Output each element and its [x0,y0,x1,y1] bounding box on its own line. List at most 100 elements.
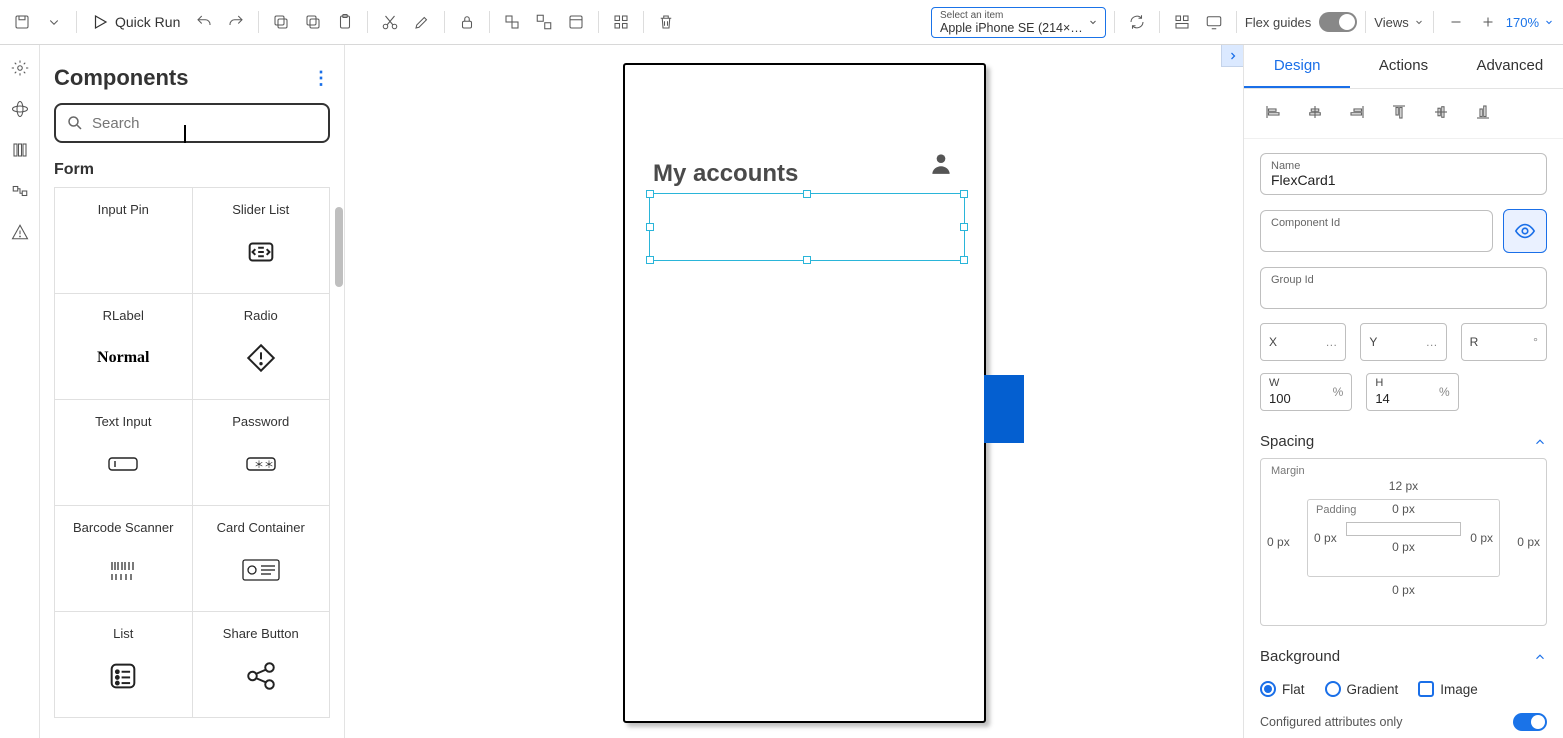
quick-run-button[interactable]: Quick Run [85,9,186,35]
group-icon[interactable] [498,8,526,36]
component-label: Radio [244,308,278,323]
align-right-icon[interactable] [1348,103,1366,124]
search-input-container[interactable] [54,103,330,143]
r-field[interactable]: R° [1461,323,1547,361]
save-button[interactable] [8,8,36,36]
box-model[interactable]: Margin 12 px 0 px 0 px Padding 0 px 0 px… [1260,458,1547,626]
save-dropdown[interactable] [40,8,68,36]
tab-actions[interactable]: Actions [1350,45,1456,88]
divider [643,11,644,33]
component-input-pin[interactable]: Input Pin [55,188,193,294]
h-field[interactable]: H 14 % [1366,373,1458,411]
device-select[interactable]: Select an item Apple iPhone SE (214×… [931,7,1106,38]
grid-icon[interactable] [607,8,635,36]
left-rail [0,45,40,738]
configured-only-label: Configured attributes only [1260,715,1402,729]
top-toolbar: Quick Run Select an item Apple iPhone SE… [0,0,1563,45]
search-input[interactable] [92,115,318,132]
align-bottom-icon[interactable] [1474,103,1492,124]
align-center-v-icon[interactable] [1432,103,1450,124]
divider [258,11,259,33]
avatar-icon [928,150,954,176]
design-canvas[interactable]: My accounts [345,45,1243,738]
warning-icon[interactable] [11,223,29,246]
component-text-input[interactable]: Text Input [55,400,193,506]
preview-icon[interactable] [1200,8,1228,36]
section-label: Background [1260,648,1340,665]
components-panel: Components ⋮ Form Input Pin Slider List … [40,45,345,738]
component-slider-list[interactable]: Slider List [193,188,331,294]
refresh-icon[interactable] [1123,8,1151,36]
zoom-out-button[interactable] [1442,8,1470,36]
copy-button[interactable] [267,8,295,36]
components-menu-icon[interactable]: ⋮ [312,68,330,89]
device-select-label: Select an item [940,10,1083,21]
name-field[interactable]: Name FlexCard1 [1260,153,1547,195]
flex-guides-switch[interactable] [1319,12,1357,32]
container-icon[interactable] [562,8,590,36]
align-top-icon[interactable] [1390,103,1408,124]
edit-icon[interactable] [408,8,436,36]
component-password[interactable]: Password ＊＊ [193,400,331,506]
properties-panel: Design Actions Advanced Name FlexCard1 C… [1243,45,1563,738]
spacing-section-head[interactable]: Spacing [1260,423,1547,458]
scrollbar-thumb[interactable] [335,207,343,287]
component-radio[interactable]: Radio [193,294,331,400]
lock-icon[interactable] [453,8,481,36]
layout-tree-icon[interactable] [1168,8,1196,36]
background-section-head[interactable]: Background [1260,638,1547,673]
component-card-container[interactable]: Card Container [193,506,331,612]
tab-advanced[interactable]: Advanced [1457,45,1563,88]
canvas-side-tab[interactable] [984,375,1024,443]
cut-button[interactable] [299,8,327,36]
right-panel-toggle[interactable] [1221,45,1243,67]
bg-image-check[interactable]: Image [1418,681,1478,697]
panel-tabs: Design Actions Advanced [1244,45,1563,89]
component-list[interactable]: List [55,612,193,718]
divider [1159,11,1160,33]
field-value [1271,229,1482,247]
component-label: Text Input [95,414,151,429]
align-center-h-icon[interactable] [1306,103,1324,124]
divider [76,11,77,33]
component-label: Input Pin [98,202,149,217]
delete-button[interactable] [652,8,680,36]
field-label: Component Id [1271,217,1482,229]
component-barcode-scanner[interactable]: Barcode Scanner [55,506,193,612]
flow-icon[interactable] [11,182,29,205]
undo-button[interactable] [190,8,218,36]
group-id-field[interactable]: Group Id [1260,267,1547,309]
zoom-in-button[interactable] [1474,8,1502,36]
align-left-icon[interactable] [1264,103,1282,124]
zoom-level[interactable]: 170% [1506,15,1555,30]
selected-component[interactable] [649,193,965,261]
paste-button[interactable] [331,8,359,36]
tab-design[interactable]: Design [1244,45,1350,88]
component-rlabel[interactable]: RLabel Normal [55,294,193,400]
field-value: FlexCard1 [1271,172,1536,190]
eye-icon [1514,220,1536,242]
settings-icon[interactable] [11,59,29,82]
flex-guides-label: Flex guides [1245,15,1311,30]
text-cursor [184,125,186,143]
y-field[interactable]: Y… [1360,323,1446,361]
cut-icon[interactable] [376,8,404,36]
views-button[interactable]: Views [1374,15,1424,30]
atom-icon[interactable] [11,100,29,123]
chevron-up-icon [1533,650,1547,664]
bg-gradient-radio[interactable]: Gradient [1325,681,1399,697]
x-field[interactable]: X… [1260,323,1346,361]
component-share-button[interactable]: Share Button [193,612,331,718]
flex-guides-toggle[interactable]: Flex guides [1245,12,1357,32]
section-label: Spacing [1260,433,1314,450]
device-select-value: Apple iPhone SE (214×… [940,21,1083,35]
component-label: Share Button [223,626,299,641]
library-icon[interactable] [11,141,29,164]
redo-button[interactable] [222,8,250,36]
visibility-button[interactable] [1503,209,1547,253]
bg-flat-radio[interactable]: Flat [1260,681,1305,697]
configured-only-switch[interactable] [1513,713,1547,731]
ungroup-icon[interactable] [530,8,558,36]
w-field[interactable]: W 100 % [1260,373,1352,411]
component-id-field[interactable]: Component Id [1260,210,1493,252]
